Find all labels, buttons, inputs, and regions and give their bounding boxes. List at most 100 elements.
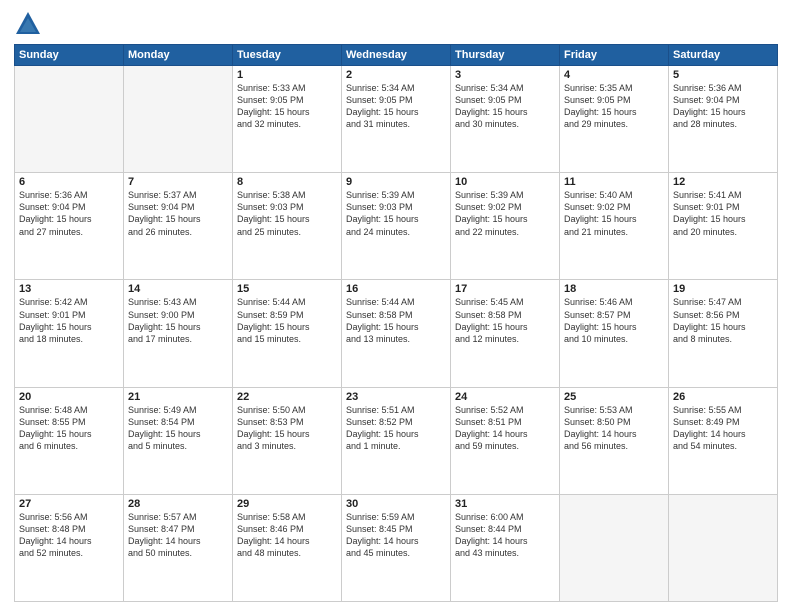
calendar-cell: 4Sunrise: 5:35 AMSunset: 9:05 PMDaylight… bbox=[560, 66, 669, 173]
day-number: 23 bbox=[346, 391, 446, 403]
day-number: 26 bbox=[673, 391, 773, 403]
day-number: 31 bbox=[455, 498, 555, 510]
cell-text: Sunrise: 5:37 AMSunset: 9:04 PMDaylight:… bbox=[128, 189, 228, 238]
calendar-cell: 5Sunrise: 5:36 AMSunset: 9:04 PMDaylight… bbox=[669, 66, 778, 173]
cell-text: Sunrise: 5:46 AMSunset: 8:57 PMDaylight:… bbox=[564, 296, 664, 345]
calendar-cell: 26Sunrise: 5:55 AMSunset: 8:49 PMDayligh… bbox=[669, 387, 778, 494]
calendar-cell: 27Sunrise: 5:56 AMSunset: 8:48 PMDayligh… bbox=[15, 494, 124, 601]
calendar-cell: 19Sunrise: 5:47 AMSunset: 8:56 PMDayligh… bbox=[669, 280, 778, 387]
calendar-cell bbox=[560, 494, 669, 601]
cell-text: Sunrise: 5:50 AMSunset: 8:53 PMDaylight:… bbox=[237, 404, 337, 453]
cell-text: Sunrise: 5:43 AMSunset: 9:00 PMDaylight:… bbox=[128, 296, 228, 345]
weekday-header-friday: Friday bbox=[560, 45, 669, 66]
weekday-header-wednesday: Wednesday bbox=[342, 45, 451, 66]
cell-text: Sunrise: 5:41 AMSunset: 9:01 PMDaylight:… bbox=[673, 189, 773, 238]
calendar-cell: 12Sunrise: 5:41 AMSunset: 9:01 PMDayligh… bbox=[669, 173, 778, 280]
page: SundayMondayTuesdayWednesdayThursdayFrid… bbox=[0, 0, 792, 612]
weekday-header-thursday: Thursday bbox=[451, 45, 560, 66]
day-number: 24 bbox=[455, 391, 555, 403]
calendar-cell: 7Sunrise: 5:37 AMSunset: 9:04 PMDaylight… bbox=[124, 173, 233, 280]
weekday-header-monday: Monday bbox=[124, 45, 233, 66]
calendar-cell bbox=[15, 66, 124, 173]
cell-text: Sunrise: 5:39 AMSunset: 9:02 PMDaylight:… bbox=[455, 189, 555, 238]
cell-text: Sunrise: 5:53 AMSunset: 8:50 PMDaylight:… bbox=[564, 404, 664, 453]
week-row-5: 27Sunrise: 5:56 AMSunset: 8:48 PMDayligh… bbox=[15, 494, 778, 601]
day-number: 11 bbox=[564, 176, 664, 188]
cell-text: Sunrise: 5:34 AMSunset: 9:05 PMDaylight:… bbox=[346, 82, 446, 131]
day-number: 12 bbox=[673, 176, 773, 188]
calendar-cell: 21Sunrise: 5:49 AMSunset: 8:54 PMDayligh… bbox=[124, 387, 233, 494]
day-number: 2 bbox=[346, 69, 446, 81]
day-number: 21 bbox=[128, 391, 228, 403]
calendar-cell: 24Sunrise: 5:52 AMSunset: 8:51 PMDayligh… bbox=[451, 387, 560, 494]
day-number: 9 bbox=[346, 176, 446, 188]
cell-text: Sunrise: 5:57 AMSunset: 8:47 PMDaylight:… bbox=[128, 511, 228, 560]
cell-text: Sunrise: 5:35 AMSunset: 9:05 PMDaylight:… bbox=[564, 82, 664, 131]
cell-text: Sunrise: 5:36 AMSunset: 9:04 PMDaylight:… bbox=[673, 82, 773, 131]
week-row-1: 1Sunrise: 5:33 AMSunset: 9:05 PMDaylight… bbox=[15, 66, 778, 173]
calendar-cell: 20Sunrise: 5:48 AMSunset: 8:55 PMDayligh… bbox=[15, 387, 124, 494]
cell-text: Sunrise: 5:55 AMSunset: 8:49 PMDaylight:… bbox=[673, 404, 773, 453]
calendar-cell: 16Sunrise: 5:44 AMSunset: 8:58 PMDayligh… bbox=[342, 280, 451, 387]
day-number: 6 bbox=[19, 176, 119, 188]
calendar-table: SundayMondayTuesdayWednesdayThursdayFrid… bbox=[14, 44, 778, 602]
day-number: 19 bbox=[673, 283, 773, 295]
calendar-cell: 31Sunrise: 6:00 AMSunset: 8:44 PMDayligh… bbox=[451, 494, 560, 601]
day-number: 16 bbox=[346, 283, 446, 295]
calendar-cell: 17Sunrise: 5:45 AMSunset: 8:58 PMDayligh… bbox=[451, 280, 560, 387]
logo-icon bbox=[14, 10, 42, 38]
calendar-cell bbox=[669, 494, 778, 601]
cell-text: Sunrise: 5:44 AMSunset: 8:58 PMDaylight:… bbox=[346, 296, 446, 345]
cell-text: Sunrise: 5:42 AMSunset: 9:01 PMDaylight:… bbox=[19, 296, 119, 345]
calendar-cell: 13Sunrise: 5:42 AMSunset: 9:01 PMDayligh… bbox=[15, 280, 124, 387]
week-row-2: 6Sunrise: 5:36 AMSunset: 9:04 PMDaylight… bbox=[15, 173, 778, 280]
cell-text: Sunrise: 5:47 AMSunset: 8:56 PMDaylight:… bbox=[673, 296, 773, 345]
cell-text: Sunrise: 5:38 AMSunset: 9:03 PMDaylight:… bbox=[237, 189, 337, 238]
week-row-4: 20Sunrise: 5:48 AMSunset: 8:55 PMDayligh… bbox=[15, 387, 778, 494]
cell-text: Sunrise: 5:56 AMSunset: 8:48 PMDaylight:… bbox=[19, 511, 119, 560]
day-number: 28 bbox=[128, 498, 228, 510]
cell-text: Sunrise: 5:36 AMSunset: 9:04 PMDaylight:… bbox=[19, 189, 119, 238]
cell-text: Sunrise: 5:58 AMSunset: 8:46 PMDaylight:… bbox=[237, 511, 337, 560]
calendar-cell: 8Sunrise: 5:38 AMSunset: 9:03 PMDaylight… bbox=[233, 173, 342, 280]
calendar-cell: 14Sunrise: 5:43 AMSunset: 9:00 PMDayligh… bbox=[124, 280, 233, 387]
day-number: 17 bbox=[455, 283, 555, 295]
calendar-cell: 1Sunrise: 5:33 AMSunset: 9:05 PMDaylight… bbox=[233, 66, 342, 173]
weekday-header-row: SundayMondayTuesdayWednesdayThursdayFrid… bbox=[15, 45, 778, 66]
calendar-cell: 18Sunrise: 5:46 AMSunset: 8:57 PMDayligh… bbox=[560, 280, 669, 387]
day-number: 4 bbox=[564, 69, 664, 81]
calendar-cell: 9Sunrise: 5:39 AMSunset: 9:03 PMDaylight… bbox=[342, 173, 451, 280]
calendar-cell: 3Sunrise: 5:34 AMSunset: 9:05 PMDaylight… bbox=[451, 66, 560, 173]
day-number: 3 bbox=[455, 69, 555, 81]
cell-text: Sunrise: 5:49 AMSunset: 8:54 PMDaylight:… bbox=[128, 404, 228, 453]
header bbox=[14, 10, 778, 38]
calendar-cell: 30Sunrise: 5:59 AMSunset: 8:45 PMDayligh… bbox=[342, 494, 451, 601]
cell-text: Sunrise: 5:52 AMSunset: 8:51 PMDaylight:… bbox=[455, 404, 555, 453]
weekday-header-sunday: Sunday bbox=[15, 45, 124, 66]
day-number: 10 bbox=[455, 176, 555, 188]
cell-text: Sunrise: 5:45 AMSunset: 8:58 PMDaylight:… bbox=[455, 296, 555, 345]
day-number: 20 bbox=[19, 391, 119, 403]
day-number: 27 bbox=[19, 498, 119, 510]
day-number: 14 bbox=[128, 283, 228, 295]
day-number: 13 bbox=[19, 283, 119, 295]
calendar-cell: 25Sunrise: 5:53 AMSunset: 8:50 PMDayligh… bbox=[560, 387, 669, 494]
day-number: 30 bbox=[346, 498, 446, 510]
day-number: 22 bbox=[237, 391, 337, 403]
calendar-cell: 11Sunrise: 5:40 AMSunset: 9:02 PMDayligh… bbox=[560, 173, 669, 280]
day-number: 1 bbox=[237, 69, 337, 81]
calendar-cell: 6Sunrise: 5:36 AMSunset: 9:04 PMDaylight… bbox=[15, 173, 124, 280]
calendar-cell: 2Sunrise: 5:34 AMSunset: 9:05 PMDaylight… bbox=[342, 66, 451, 173]
cell-text: Sunrise: 5:44 AMSunset: 8:59 PMDaylight:… bbox=[237, 296, 337, 345]
day-number: 5 bbox=[673, 69, 773, 81]
cell-text: Sunrise: 5:40 AMSunset: 9:02 PMDaylight:… bbox=[564, 189, 664, 238]
cell-text: Sunrise: 5:39 AMSunset: 9:03 PMDaylight:… bbox=[346, 189, 446, 238]
day-number: 7 bbox=[128, 176, 228, 188]
calendar-cell bbox=[124, 66, 233, 173]
day-number: 25 bbox=[564, 391, 664, 403]
calendar-cell: 22Sunrise: 5:50 AMSunset: 8:53 PMDayligh… bbox=[233, 387, 342, 494]
cell-text: Sunrise: 5:48 AMSunset: 8:55 PMDaylight:… bbox=[19, 404, 119, 453]
cell-text: Sunrise: 6:00 AMSunset: 8:44 PMDaylight:… bbox=[455, 511, 555, 560]
cell-text: Sunrise: 5:34 AMSunset: 9:05 PMDaylight:… bbox=[455, 82, 555, 131]
day-number: 29 bbox=[237, 498, 337, 510]
